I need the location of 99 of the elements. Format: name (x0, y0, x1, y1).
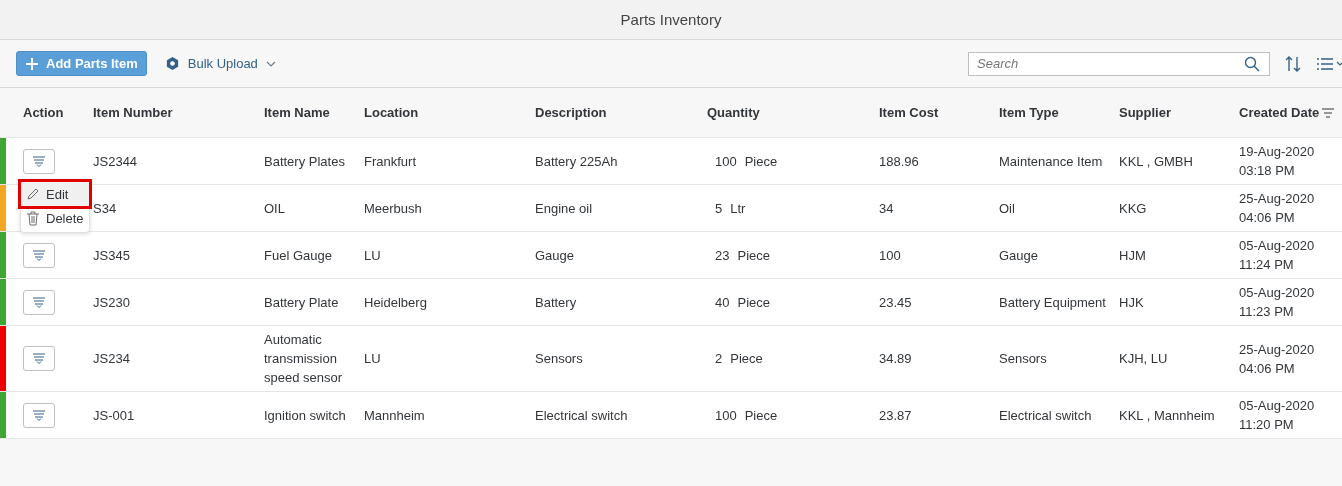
item-type: Sensors (999, 350, 1047, 368)
menu-icon (33, 353, 45, 364)
item-number: JS230 (93, 293, 130, 312)
item-cost: 34 (879, 199, 894, 218)
unit: Piece (744, 152, 778, 171)
menu-icon (33, 249, 45, 261)
item-cost: 188.96 (879, 152, 919, 171)
created-date: 25-Aug-2020 (1239, 190, 1315, 208)
column-header: Location (364, 104, 419, 121)
created-time: 11:20 PM (1239, 416, 1294, 434)
description: Gauge (535, 246, 575, 265)
location: Meerbush (364, 199, 422, 218)
description: Battery 225Ah (535, 152, 618, 171)
item-name: Battery Plate (264, 293, 339, 312)
created-time: 04:06 PM (1239, 359, 1295, 378)
item-cost: 34.89 (879, 350, 912, 368)
sort-icon[interactable] (1284, 54, 1302, 73)
column-header: Supplier (1119, 104, 1171, 121)
created-date: 05-Aug-2020 (1239, 237, 1315, 255)
item-type: Maintenance Item (999, 152, 1103, 171)
action-menu-button[interactable] (23, 148, 55, 174)
plus-icon (25, 56, 39, 71)
item-number: JS2344 (93, 152, 138, 171)
search-field[interactable]: Search (968, 51, 1270, 76)
item-name: Fuel Gauge (264, 246, 332, 265)
supplier: HJM (1119, 246, 1146, 265)
created-date: 05-Aug-2020 (1239, 397, 1315, 415)
column-header: Item Number (93, 104, 173, 121)
created-date: 19-Aug-2020 (1239, 143, 1315, 161)
unit: Ltr (730, 199, 746, 218)
location: LU (364, 246, 381, 265)
unit: Piece (737, 246, 770, 265)
item-name: OIL (264, 199, 285, 218)
item-number: S34 (93, 199, 117, 218)
description: Engine oil (535, 199, 593, 218)
item-name: Automatic transmission speed sensor (264, 331, 344, 387)
menu-icon (33, 409, 45, 421)
menu-icon (33, 296, 45, 308)
unit: Piece (737, 293, 770, 312)
item-number: JS234 (93, 350, 130, 368)
item-cost: 23.87 (879, 406, 912, 425)
item-type: Electrical switch (999, 406, 1092, 425)
bulk-upload-button[interactable]: Bulk Upload (158, 55, 282, 72)
created-time: 04:06 PM (1239, 209, 1295, 227)
item-cost: 100 (879, 246, 901, 265)
item-type: Gauge (999, 246, 1039, 265)
description: Battery (535, 293, 577, 312)
supplier: KKG (1119, 199, 1147, 218)
action-menu-button[interactable] (23, 402, 55, 428)
quantity: 100 (715, 152, 737, 171)
quantity: 40 (715, 293, 730, 312)
item-type: Oil (999, 199, 1015, 218)
window-title: Parts Inventory (620, 11, 722, 28)
item-name: Ignition switch (264, 406, 346, 425)
item-name: Battery Plates (264, 152, 345, 171)
supplier: KKL , GMBH (1119, 152, 1193, 171)
quantity: 5 (715, 199, 723, 218)
item-type: Battery Equipment (999, 293, 1106, 312)
action-menu-button[interactable] (23, 346, 55, 371)
supplier: KJH, LU (1119, 350, 1168, 368)
created-date: 05-Aug-2020 (1239, 284, 1315, 302)
location: Frankfurt (364, 152, 416, 171)
supplier: KKL , Mannheim (1119, 406, 1215, 425)
column-header: Action (23, 104, 64, 121)
quantity: 100 (715, 406, 737, 425)
location: Heidelberg (364, 293, 427, 312)
item-cost: 23.45 (879, 293, 912, 312)
location: Mannheim (364, 406, 425, 425)
column-header: Item Name (264, 104, 330, 121)
description: Electrical switch (535, 406, 628, 425)
created-date: 25-Aug-2020 (1239, 340, 1315, 359)
quantity: 23 (715, 246, 730, 265)
pencil-icon (26, 187, 40, 201)
item-number: JS345 (93, 246, 130, 265)
created-time: 11:24 PM (1239, 256, 1294, 274)
unit: Piece (730, 350, 763, 368)
menu-item[interactable]: Edit (21, 182, 89, 206)
column-header: Item Type (999, 104, 1059, 121)
item-number: JS-001 (93, 406, 135, 425)
created-time: 03:18 PM (1239, 162, 1295, 180)
location: LU (364, 350, 381, 368)
filter-icon[interactable] (1322, 108, 1334, 118)
cube-icon (164, 56, 180, 71)
caret-icon (265, 60, 276, 67)
quantity: 2 (715, 350, 723, 368)
column-header: Description (535, 104, 607, 121)
description: Sensors (535, 350, 583, 368)
trash-icon (26, 210, 40, 226)
column-header: Quantity (707, 104, 760, 121)
column-header: Item Cost (879, 104, 939, 121)
menu-icon (33, 155, 45, 167)
created-time: 11:23 PM (1239, 303, 1294, 321)
column-header: Created Date (1239, 104, 1320, 121)
action-menu-button[interactable] (23, 242, 55, 268)
search-icon (1244, 55, 1260, 72)
list-icon[interactable] (1316, 56, 1342, 71)
action-menu-button[interactable] (23, 289, 55, 315)
unit: Piece (744, 406, 778, 425)
supplier: HJK (1119, 293, 1144, 312)
